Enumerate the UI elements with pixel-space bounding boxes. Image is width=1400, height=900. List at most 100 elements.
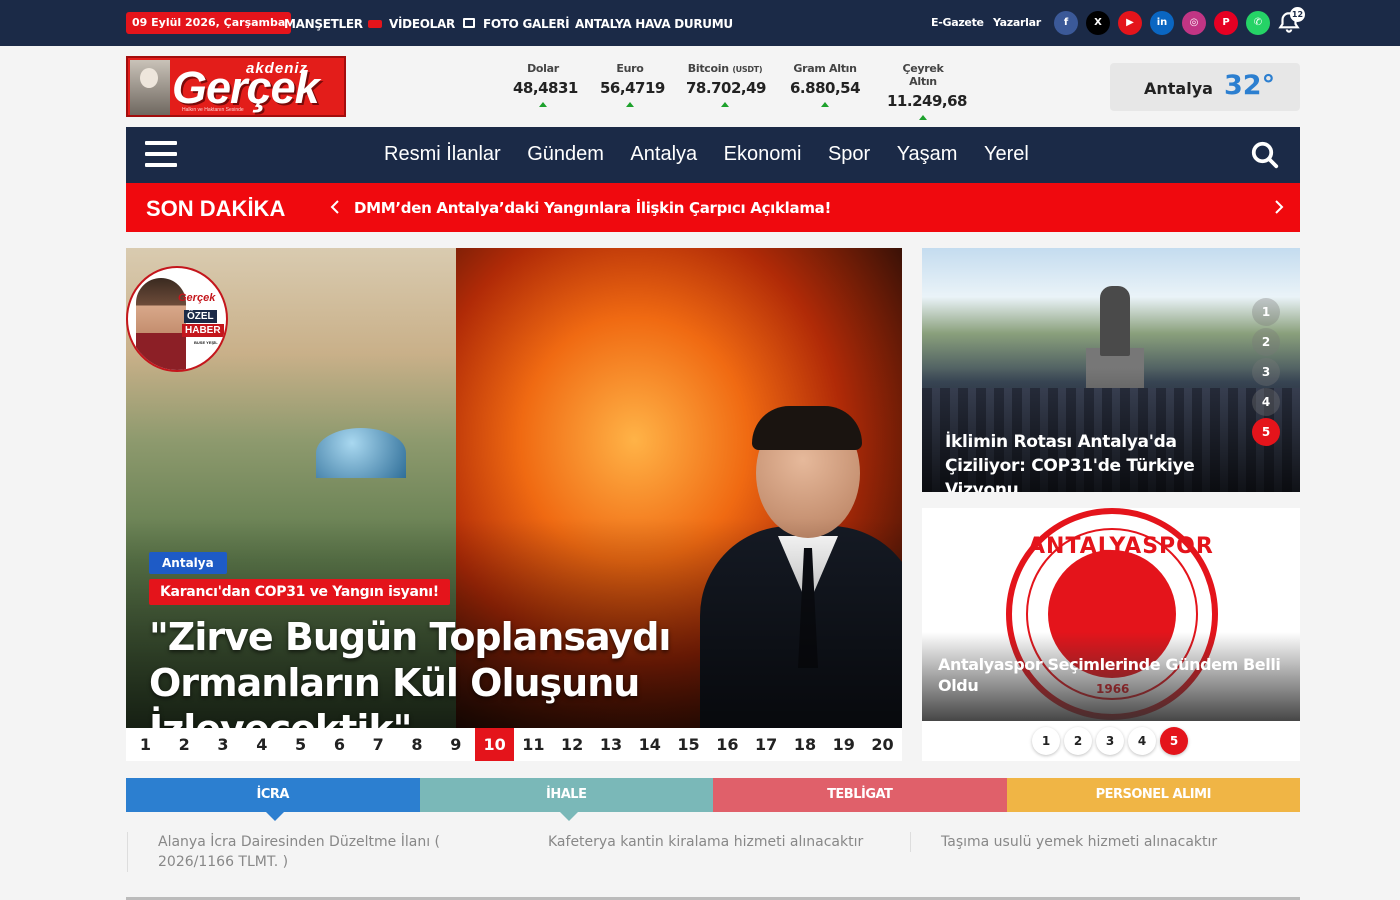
nav-link-foto-galeri[interactable]: FOTO GALERİ xyxy=(483,17,570,31)
badge-line1: ÖZEL xyxy=(184,310,217,323)
nav-item-yasam[interactable]: Yaşam xyxy=(897,143,958,166)
pager-item[interactable]: 18 xyxy=(786,728,825,761)
tab-1[interactable]: İCRA xyxy=(126,778,420,821)
weather-city: Antalya xyxy=(1144,79,1213,98)
up-arrow-icon xyxy=(721,102,729,107)
up-arrow-icon xyxy=(919,115,927,120)
search-icon xyxy=(1251,141,1279,169)
pager-item[interactable]: 3 xyxy=(204,728,243,761)
side-slider-1[interactable]: İklimin Rotası Antalya'da Çiziliyor: COP… xyxy=(922,248,1300,492)
slider-dot[interactable]: 1 xyxy=(1252,298,1280,326)
market-gram-altin[interactable]: Gram Altın 6.880,54 xyxy=(790,62,861,107)
slider-dot[interactable]: 1 xyxy=(1032,727,1060,755)
hero-title[interactable]: "Zirve Bugün Toplansaydı Ormanların Kül … xyxy=(149,614,889,728)
badge-brand: Gerçek xyxy=(178,292,216,304)
market-ceyrek-altin[interactable]: Çeyrek Altın 11.249,68 xyxy=(887,62,967,120)
video-icon xyxy=(368,20,382,28)
pager-item[interactable]: 6 xyxy=(320,728,359,761)
pager-item[interactable]: 13 xyxy=(592,728,631,761)
nav-item-gundem[interactable]: Gündem xyxy=(527,143,604,166)
pager-item[interactable]: 8 xyxy=(398,728,437,761)
nav-item-ekonomi[interactable]: Ekonomi xyxy=(724,143,802,166)
breaking-label: SON DAKİKA xyxy=(146,196,286,221)
nav-link-videolar[interactable]: VİDEOLAR xyxy=(389,17,455,31)
pager-item[interactable]: 1 xyxy=(126,728,165,761)
weather-temp: 32° xyxy=(1224,70,1276,101)
youtube-icon[interactable]: ▶ xyxy=(1118,11,1142,35)
e-gazete-link[interactable]: E-Gazete xyxy=(931,16,984,29)
notice-item[interactable]: Alanya İcra Dairesinden Düzeltme İlanı (… xyxy=(127,832,457,872)
photo-icon xyxy=(463,18,475,28)
pinterest-icon[interactable]: P xyxy=(1214,11,1238,35)
hero-category[interactable]: Antalya xyxy=(149,552,227,574)
nav-link-hava-durumu[interactable]: ANTALYA HAVA DURUMU xyxy=(575,17,733,31)
notification-count: 12 xyxy=(1290,7,1305,22)
chevron-right-icon[interactable] xyxy=(1271,199,1287,215)
menu-icon[interactable] xyxy=(145,141,177,169)
breaking-headline[interactable]: DMM’den Antalya’daki Yangınlara İlişkin … xyxy=(354,199,831,217)
notifications-button[interactable]: 12 xyxy=(1276,7,1305,36)
top-bar: 09 Eylül 2026, Çarşamba MANŞETLER VİDEOL… xyxy=(0,0,1400,46)
slider-dot[interactable]: 4 xyxy=(1252,388,1280,416)
market-value: 6.880,54 xyxy=(790,79,861,97)
pager-item[interactable]: 14 xyxy=(630,728,669,761)
market-name: Dolar xyxy=(527,62,559,75)
announcement-tabs: İCRA İHALE TEBLİGAT PERSONEL ALIMI xyxy=(126,778,1300,821)
market-dolar[interactable]: Dolar 48,4831 xyxy=(513,62,578,107)
pager-item[interactable]: 20 xyxy=(863,728,902,761)
instagram-icon[interactable]: ◎ xyxy=(1182,11,1206,35)
pager-item[interactable]: 16 xyxy=(708,728,747,761)
pager-item[interactable]: 7 xyxy=(359,728,398,761)
pager-item[interactable]: 19 xyxy=(824,728,863,761)
slider-dot[interactable]: 4 xyxy=(1128,727,1156,755)
pager-item[interactable]: 17 xyxy=(747,728,786,761)
pager-item[interactable]: 5 xyxy=(281,728,320,761)
slider-dot[interactable]: 5 xyxy=(1252,418,1280,446)
side2-title[interactable]: Antalyaspor Seçimlerinde Gündem Belli Ol… xyxy=(938,654,1288,696)
market-value: 78.702,49 xyxy=(686,79,766,97)
pager-item[interactable]: 2 xyxy=(165,728,204,761)
market-value: 48,4831 xyxy=(513,79,578,97)
nav-item-antalya[interactable]: Antalya xyxy=(630,143,697,166)
tab-3[interactable]: TEBLİGAT xyxy=(713,778,1007,812)
slider-dot[interactable]: 5 xyxy=(1160,727,1188,755)
weather-widget[interactable]: Antalya 32° xyxy=(1110,63,1300,111)
tab-4[interactable]: PERSONEL ALIMI xyxy=(1006,778,1300,812)
market-name: Euro xyxy=(616,62,644,75)
site-logo[interactable]: akdeniz Gerçek Halkın ve Haktanın Sesind… xyxy=(126,56,346,117)
slider-dot[interactable]: 2 xyxy=(1064,727,1092,755)
yazarlar-link[interactable]: Yazarlar xyxy=(993,16,1041,29)
up-arrow-icon xyxy=(821,102,829,107)
slider-dot[interactable]: 3 xyxy=(1096,727,1124,755)
chevron-left-icon[interactable] xyxy=(327,199,343,215)
pager-item[interactable]: 10 xyxy=(475,728,514,761)
whatsapp-icon[interactable]: ✆ xyxy=(1246,11,1270,35)
market-bitcoin[interactable]: Bitcoin (USDT) 78.702,49 xyxy=(686,62,766,107)
notice-item[interactable]: Kafeterya kantin kiralama hizmeti alınac… xyxy=(518,832,898,852)
pager-item[interactable]: 9 xyxy=(436,728,475,761)
hero-subtitle: Karancı'dan COP31 ve Yangın isyanı! xyxy=(149,579,450,605)
nav-item-yerel[interactable]: Yerel xyxy=(984,143,1029,166)
pager-item[interactable]: 12 xyxy=(553,728,592,761)
linkedin-icon[interactable]: in xyxy=(1150,11,1174,35)
tab-2[interactable]: İHALE xyxy=(419,778,713,821)
breaking-news-bar: SON DAKİKA DMM’den Antalya’daki Yangınla… xyxy=(126,183,1300,232)
market-name: Bitcoin (USDT) xyxy=(687,62,763,75)
pager-item[interactable]: 11 xyxy=(514,728,553,761)
slider-dot[interactable]: 3 xyxy=(1252,358,1280,386)
x-icon[interactable]: X xyxy=(1086,11,1110,35)
side1-title[interactable]: İklimin Rotası Antalya'da Çiziliyor: COP… xyxy=(945,430,1255,492)
pager-item[interactable]: 15 xyxy=(669,728,708,761)
nav-item-resmi-ilanlar[interactable]: Resmi İlanlar xyxy=(384,143,501,166)
market-euro[interactable]: Euro 56,4719 xyxy=(600,62,665,107)
pager-item[interactable]: 4 xyxy=(242,728,281,761)
headline-slider[interactable]: Gerçek ÖZEL HABER BUSE YEŞİL Antalya Kar… xyxy=(126,248,902,728)
slider-dot[interactable]: 2 xyxy=(1252,328,1280,356)
nav-item-spor[interactable]: Spor xyxy=(828,143,870,166)
side-slider-2[interactable]: ANTALYASPOR 1966 Antalyaspor Seçimlerind… xyxy=(922,508,1300,721)
facebook-icon[interactable]: f xyxy=(1054,11,1078,35)
badge-line2: HABER xyxy=(182,324,224,337)
nav-link-mansetler[interactable]: MANŞETLER xyxy=(284,17,363,31)
search-button[interactable] xyxy=(1250,140,1280,170)
notice-item[interactable]: Taşıma usulü yemek hizmeti alınacaktır xyxy=(910,832,1290,852)
